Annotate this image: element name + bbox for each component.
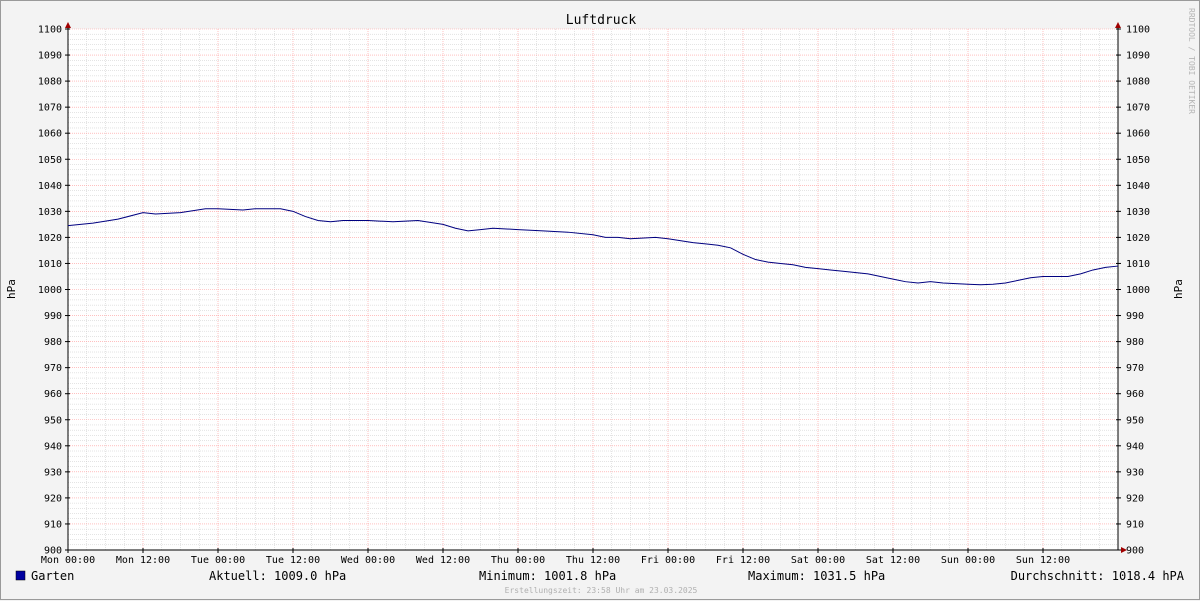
pressure-chart: Luftdruck hPa hPa RRDTOOL / TOBI OETIKER… <box>5 8 1196 595</box>
stat-minimum: Minimum: 1001.8 hPa <box>479 569 616 583</box>
y-tick-label-right: 1000 <box>1126 285 1150 296</box>
x-tick-label: Thu 00:00 <box>491 555 545 566</box>
y-tick-label-left: 950 <box>44 415 62 426</box>
y-tick-label-right: 980 <box>1126 337 1144 348</box>
y-tick-label-right: 1040 <box>1126 181 1150 192</box>
y-tick-label-left: 960 <box>44 389 62 400</box>
y-tick-label-left: 920 <box>44 493 62 504</box>
y-tick-label-right: 1080 <box>1126 77 1150 88</box>
y-tick-label-left: 1070 <box>38 103 62 114</box>
chart-title: Luftdruck <box>566 13 637 28</box>
x-tick-label: Mon 00:00 <box>41 555 95 566</box>
y-tick-label-right: 940 <box>1126 441 1144 452</box>
y-tick-label-right: 920 <box>1126 493 1144 504</box>
y-tick-label-right: 1060 <box>1126 129 1150 140</box>
x-tick-label: Sat 12:00 <box>866 555 920 566</box>
y-tick-label-left: 930 <box>44 467 62 478</box>
x-tick-label: Tue 12:00 <box>266 555 320 566</box>
y-tick-label-right: 1090 <box>1126 51 1150 62</box>
x-tick-label: Thu 12:00 <box>566 555 620 566</box>
x-tick-label: Sun 00:00 <box>941 555 995 566</box>
x-tick-label: Wed 00:00 <box>341 555 395 566</box>
x-tick-label: Fri 12:00 <box>716 555 770 566</box>
y-axis-arrow-right <box>1115 22 1121 28</box>
y-tick-label-right: 990 <box>1126 311 1144 322</box>
y-tick-label-left: 1060 <box>38 129 62 140</box>
y-tick-label-left: 1030 <box>38 207 62 218</box>
chart-frame: Luftdruck hPa hPa RRDTOOL / TOBI OETIKER… <box>0 0 1200 600</box>
x-tick-label: Fri 00:00 <box>641 555 695 566</box>
y-tick-label-right: 930 <box>1126 467 1144 478</box>
x-tick-label: Wed 12:00 <box>416 555 470 566</box>
y-tick-label-left: 970 <box>44 363 62 374</box>
y-tick-label-left: 910 <box>44 519 62 530</box>
stat-maximum: Maximum: 1031.5 hPa <box>748 569 885 583</box>
y-tick-label-right: 900 <box>1126 546 1144 557</box>
y-tick-label-left: 940 <box>44 441 62 452</box>
y-axis-label-left: hPa <box>5 279 18 299</box>
y-tick-label-right: 950 <box>1126 415 1144 426</box>
creation-time-footer: Erstellungszeit: 23:58 Uhr am 23.03.2025 <box>505 586 698 595</box>
y-tick-label-right: 1070 <box>1126 103 1150 114</box>
y-tick-label-right: 1020 <box>1126 233 1150 244</box>
x-tick-label: Sun 12:00 <box>1016 555 1070 566</box>
y-tick-label-left: 1000 <box>38 285 62 296</box>
y-tick-label-left: 1100 <box>38 25 62 36</box>
y-tick-label-left: 1080 <box>38 77 62 88</box>
stat-average: Durchschnitt: 1018.4 hPA <box>1011 569 1185 583</box>
y-tick-label-left: 1090 <box>38 51 62 62</box>
y-tick-label-right: 970 <box>1126 363 1144 374</box>
legend-label: Garten <box>31 569 74 583</box>
rrdtool-watermark: RRDTOOL / TOBI OETIKER <box>1187 8 1196 114</box>
y-tick-label-right: 960 <box>1126 389 1144 400</box>
y-tick-label-right: 910 <box>1126 519 1144 530</box>
y-tick-label-right: 1030 <box>1126 207 1150 218</box>
y-axis-arrow-left <box>65 22 71 28</box>
y-tick-label-left: 1020 <box>38 233 62 244</box>
y-tick-label-left: 990 <box>44 311 62 322</box>
y-tick-label-left: 980 <box>44 337 62 348</box>
legend-color-box <box>15 570 26 581</box>
x-tick-label: Sat 00:00 <box>791 555 845 566</box>
x-tick-label: Tue 00:00 <box>191 555 245 566</box>
y-tick-label-right: 1050 <box>1126 155 1150 166</box>
y-tick-label-left: 1040 <box>38 181 62 192</box>
y-axis-label-right: hPa <box>1172 279 1185 299</box>
y-tick-label-left: 1010 <box>38 259 62 270</box>
x-tick-label: Mon 12:00 <box>116 555 170 566</box>
y-tick-label-left: 1050 <box>38 155 62 166</box>
y-tick-label-right: 1010 <box>1126 259 1150 270</box>
y-tick-label-right: 1100 <box>1126 25 1150 36</box>
grid <box>68 28 1118 550</box>
stat-current: Aktuell: 1009.0 hPa <box>209 569 346 583</box>
